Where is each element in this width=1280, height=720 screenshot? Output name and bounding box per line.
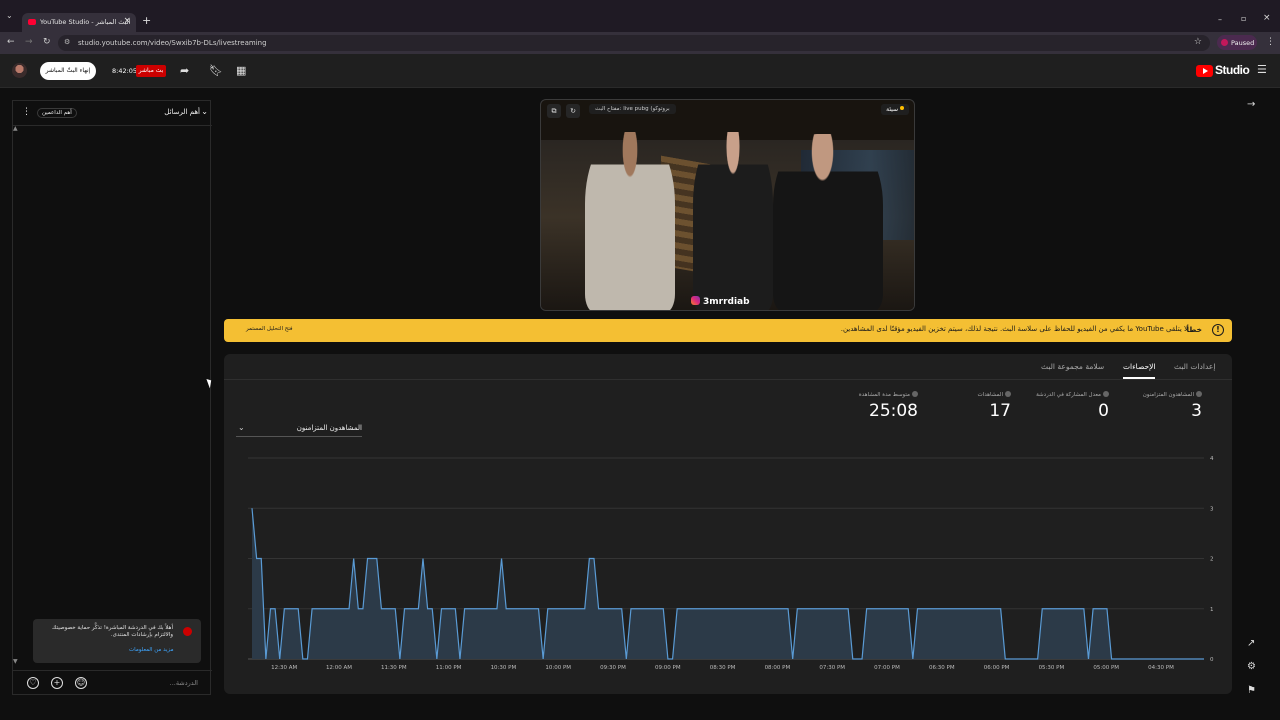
refresh-icon[interactable]: ↻ (566, 104, 580, 118)
preview-person (693, 132, 773, 310)
x-tick-label: 05:30 PM (1039, 665, 1065, 671)
popout-icon[interactable]: ↗ (1247, 638, 1255, 649)
learn-more-link[interactable]: مزيد من المعلومات (129, 647, 174, 653)
y-tick-label: 3 (1210, 506, 1214, 512)
x-tick-label: 11:00 PM (436, 665, 462, 671)
x-tick-label: 04:30 PM (1148, 665, 1174, 671)
new-tab-icon[interactable]: + (142, 14, 151, 27)
x-tick-label: 07:30 PM (819, 665, 845, 671)
bookmark-icon[interactable]: 🔖︎ (209, 64, 223, 77)
add-icon[interactable]: + (51, 677, 63, 689)
url-text: studio.youtube.com/video/Swxib7b-DLs/liv… (78, 39, 267, 47)
x-tick-label: 06:30 PM (929, 665, 955, 671)
studio-header: إنهاء البثّ المباشر 8:42:05 بث مباشر ➦ 🔖… (0, 54, 1280, 88)
heart-icon[interactable]: ♡ (27, 677, 39, 689)
feedback-icon[interactable]: ⚑ (1247, 685, 1256, 696)
copy-icon[interactable]: ⧉ (547, 104, 561, 118)
back-icon[interactable]: ← (7, 37, 15, 47)
youtube-favicon-icon (28, 19, 36, 25)
close-tab-icon[interactable]: × (123, 16, 131, 26)
stream-health-label: سيئة (886, 106, 898, 113)
bookmark-star-icon[interactable]: ☆ (1194, 37, 1202, 47)
share-icon[interactable]: ➦ (180, 64, 189, 77)
live-badge: بث مباشر (136, 65, 166, 77)
scroll-down-arrow-icon[interactable]: ▼ (13, 658, 18, 665)
stream-warning-banner: فتح التحليل المستمر لا يتلقى YouTube ما … (224, 319, 1232, 342)
x-tick-label: 10:30 PM (491, 665, 517, 671)
analytics-panel: سلامة مجموعة البث الإحصاءات إعدادات البث… (224, 354, 1232, 694)
youtube-play-icon (1196, 65, 1213, 77)
warning-label: خطأ (1186, 325, 1202, 334)
x-tick-label: 05:00 PM (1093, 665, 1119, 671)
y-tick-label: 4 (1210, 456, 1214, 462)
minimize-icon[interactable]: – (1218, 15, 1222, 24)
top-supporters-chip[interactable]: أهم الداعمين (37, 108, 77, 118)
x-tick-label: 06:00 PM (984, 665, 1010, 671)
x-tick-label: 10:00 PM (545, 665, 571, 671)
settings-gear-icon[interactable]: ⚙ (1247, 661, 1256, 672)
site-info-icon[interactable]: ⚙ (64, 38, 70, 46)
live-chat-icon (183, 627, 192, 636)
series-area (252, 508, 1204, 659)
chat-header: ⋮ أهم الداعمين أهم الرسائل ⌄ (13, 101, 212, 126)
preview-person (773, 134, 883, 310)
chat-input-row: ♡ + ☺ الدردشة... (13, 670, 212, 695)
browser-tab-bar: ⌄ YouTube Studio - البث المباشر × + – ▫ … (0, 0, 1280, 32)
scroll-up-arrow-icon[interactable]: ▲ (13, 125, 18, 132)
hamburger-menu-icon[interactable]: ☰ (1257, 63, 1267, 76)
instagram-icon (691, 296, 700, 305)
profile-button[interactable]: Paused (1217, 35, 1257, 50)
error-icon: ! (1212, 324, 1224, 336)
y-tick-label: 0 (1210, 657, 1214, 663)
x-tick-label: 11:30 PM (381, 665, 407, 671)
chat-mode-title[interactable]: أهم الرسائل (164, 108, 200, 116)
overlay-handle: 3mrrdiab (703, 297, 750, 307)
url-field[interactable]: ⚙ studio.youtube.com/video/Swxib7b-DLs/l… (58, 35, 1210, 51)
elapsed-time: 8:42:05 (112, 67, 138, 75)
x-tick-label: 08:30 PM (710, 665, 736, 671)
channel-avatar[interactable] (12, 63, 27, 78)
reload-icon[interactable]: ↻ (43, 37, 51, 47)
browser-tab[interactable]: YouTube Studio - البث المباشر × (22, 13, 136, 32)
expand-panel-icon[interactable]: → (1247, 99, 1255, 110)
health-dot-icon (900, 106, 904, 110)
x-tick-label: 09:00 PM (655, 665, 681, 671)
chevron-down-icon[interactable]: ⌄ (201, 107, 208, 116)
emoji-icon[interactable]: ☺ (75, 677, 87, 689)
y-tick-label: 2 (1210, 557, 1214, 563)
chat-welcome-text: أهلاً بك في الدردشة المباشرة! تذكَّر حما… (52, 625, 173, 638)
chat-more-icon[interactable]: ⋮ (22, 107, 31, 117)
y-tick-label: 1 (1210, 607, 1214, 613)
chat-welcome-banner: أهلاً بك في الدردشة المباشرة! تذكَّر حما… (33, 619, 201, 663)
preview-person (585, 132, 675, 310)
open-analysis-link[interactable]: فتح التحليل المستمر (246, 326, 293, 332)
x-tick-label: 12:00 AM (326, 665, 352, 671)
overlay-tag: 3mrrdiab (691, 296, 750, 307)
x-tick-label: 09:30 PM (600, 665, 626, 671)
maximize-icon[interactable]: ▫ (1241, 14, 1246, 23)
x-tick-label: 07:00 PM (874, 665, 900, 671)
logo-text: Studio (1215, 63, 1250, 77)
clip-icon[interactable]: ▦ (236, 64, 246, 77)
end-stream-button[interactable]: إنهاء البثّ المباشر (40, 62, 96, 80)
forward-icon[interactable]: → (25, 37, 33, 47)
profile-avatar-icon (1221, 39, 1228, 46)
x-tick-label: 08:00 PM (765, 665, 791, 671)
chat-input-field[interactable]: الدردشة... (170, 679, 198, 687)
warning-message: لا يتلقى YouTube ما يكفي من الفيديو للحف… (840, 325, 1188, 333)
browser-menu-icon[interactable]: ⋮ (1266, 37, 1275, 47)
address-bar-row: ← → ↻ ⚙ studio.youtube.com/video/Swxib7b… (0, 32, 1280, 54)
youtube-studio-logo[interactable]: Studio (1196, 63, 1250, 78)
tab-list-icon[interactable]: ⌄ (6, 11, 13, 20)
stream-preview[interactable]: ⧉ ↻ مفتاح البث: live pubg (بروتوكو سيئة … (540, 99, 915, 311)
stream-health-badge: سيئة (881, 104, 909, 115)
browser-tab-title: YouTube Studio - البث المباشر (40, 18, 131, 26)
close-window-icon[interactable]: × (1263, 13, 1271, 23)
profile-status: Paused (1231, 39, 1255, 47)
stream-key-select[interactable]: مفتاح البث: live pubg (بروتوكو (589, 104, 676, 114)
concurrent-viewers-chart: 0 1 2 3 4 04:30 PM 05:00 PM 05:30 PM 06:00 PM 06:… (248, 456, 1214, 671)
live-chat-panel: ⋮ أهم الداعمين أهم الرسائل ⌄ ▲ ▼ أهلاً ب… (12, 100, 212, 695)
x-tick-label: 12:30 AM (271, 665, 297, 671)
